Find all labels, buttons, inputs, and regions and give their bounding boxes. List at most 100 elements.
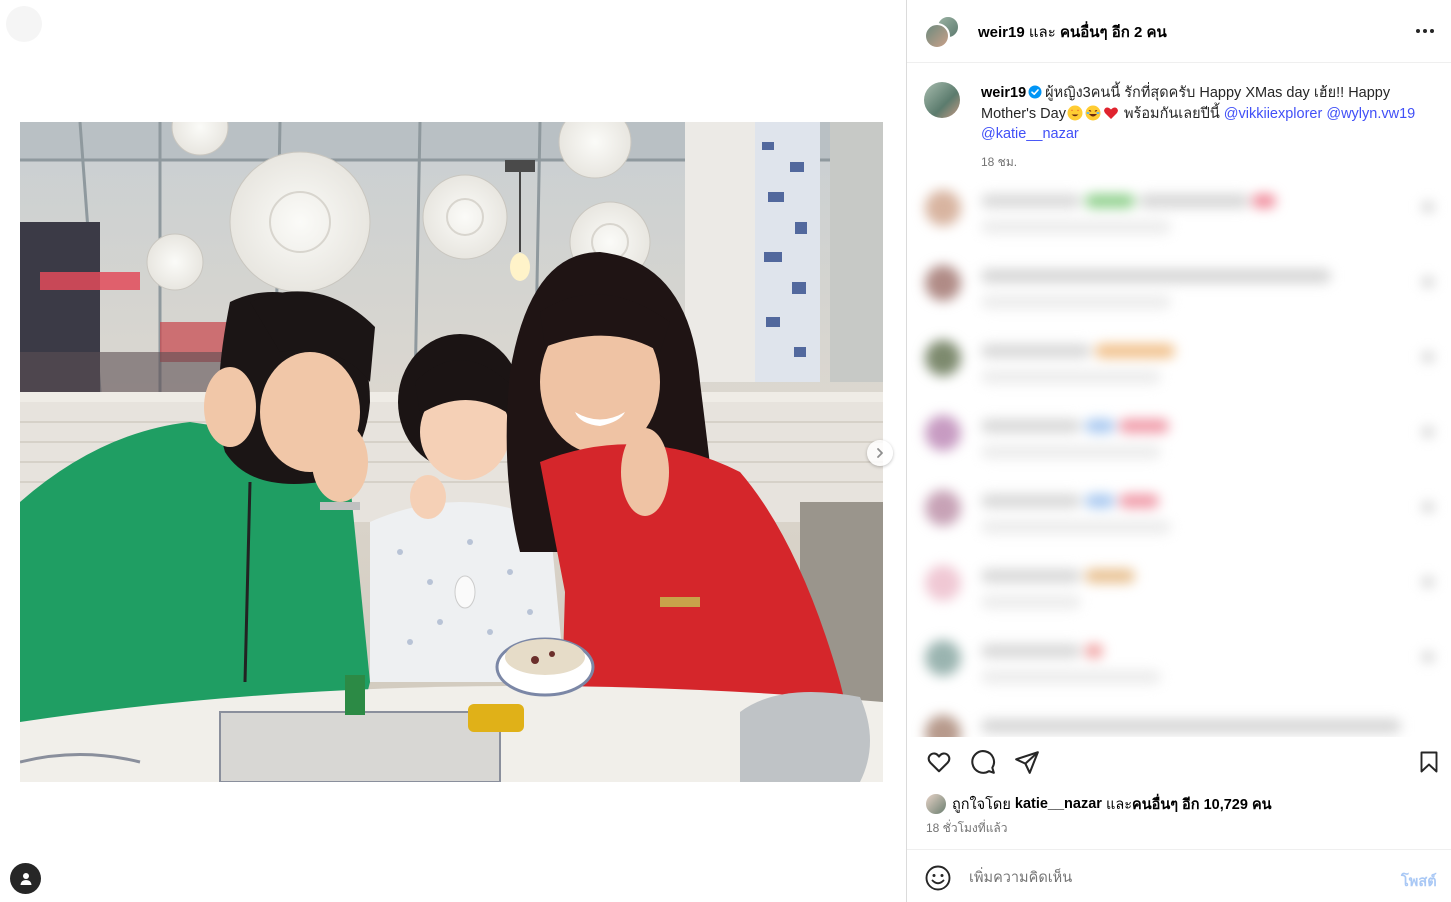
blurred-text bbox=[981, 419, 1081, 433]
smiley-icon bbox=[925, 865, 951, 891]
next-photo-button[interactable] bbox=[867, 440, 893, 466]
header-username[interactable]: weir19 bbox=[978, 24, 1025, 41]
comment-bubble-icon bbox=[971, 750, 995, 774]
heart-icon bbox=[1422, 427, 1434, 437]
avatar bbox=[925, 715, 961, 737]
blurred-text bbox=[981, 445, 1161, 459]
chevron-right-icon bbox=[877, 448, 883, 458]
blurred-text bbox=[1085, 569, 1135, 583]
blurred-text bbox=[1085, 194, 1135, 208]
blurred-text bbox=[1095, 344, 1175, 358]
list-item bbox=[907, 330, 1451, 390]
emoji-button[interactable] bbox=[924, 864, 952, 892]
list-item bbox=[907, 405, 1451, 465]
blurred-text bbox=[1252, 194, 1276, 208]
heart-icon bbox=[1422, 502, 1434, 512]
header-others[interactable]: คนอื่นๆ อีก 2 คน bbox=[1060, 24, 1167, 41]
heart-icon bbox=[1422, 277, 1434, 287]
instagram-post-modal: weir19 และ คนอื่นๆ อีก 2 คน weir19 ผู้หญิ… bbox=[0, 0, 1451, 902]
list-item bbox=[907, 630, 1451, 690]
star-struck-emoji-icon bbox=[1067, 105, 1083, 120]
save-button[interactable] bbox=[1415, 748, 1443, 776]
like-button[interactable] bbox=[925, 748, 953, 776]
avatar bbox=[925, 565, 961, 601]
blurred-text bbox=[981, 220, 1171, 234]
mention-link[interactable]: @katie__nazar bbox=[981, 126, 1079, 142]
blurred-text bbox=[1119, 419, 1169, 433]
list-item bbox=[907, 480, 1451, 540]
blurred-text bbox=[1119, 494, 1159, 508]
mention-link[interactable]: @wylyn.vw19 bbox=[1326, 106, 1415, 122]
mention-link[interactable]: @vikkiiexplorer bbox=[1224, 106, 1323, 122]
blurred-text bbox=[981, 194, 1081, 208]
blurred-text bbox=[981, 569, 1081, 583]
avatar bbox=[925, 415, 961, 451]
heart-icon bbox=[1422, 202, 1434, 212]
avatar bbox=[925, 340, 961, 376]
red-heart-emoji-icon bbox=[1104, 107, 1118, 119]
blurred-text bbox=[981, 494, 1081, 508]
list-item bbox=[907, 255, 1451, 315]
likes-others[interactable]: คนอื่นๆ อีก 10,729 คน bbox=[1132, 793, 1272, 816]
paper-plane-icon bbox=[1015, 751, 1039, 774]
post-caption: weir19 ผู้หญิง3คนนี้ รักที่สุดครับ Happy … bbox=[981, 83, 1431, 145]
list-item bbox=[907, 555, 1451, 615]
add-comment-bar: โพสต์ bbox=[907, 849, 1451, 902]
list-item bbox=[907, 705, 1451, 737]
blurred-text bbox=[981, 269, 1331, 283]
tagged-people-button[interactable] bbox=[10, 863, 41, 894]
blurred-text bbox=[981, 670, 1161, 684]
blurred-text bbox=[981, 520, 1171, 534]
media-area bbox=[0, 0, 906, 902]
blurred-text bbox=[981, 644, 1081, 658]
caption-avatar[interactable] bbox=[924, 82, 960, 118]
comments-list bbox=[907, 180, 1451, 737]
header-and: และ bbox=[1028, 24, 1056, 41]
avatar bbox=[925, 640, 961, 676]
header-title: weir19 และ คนอื่นๆ อีก 2 คน bbox=[978, 20, 1167, 44]
blurred-text bbox=[1085, 419, 1115, 433]
post-photo[interactable] bbox=[20, 122, 883, 782]
more-horizontal-icon bbox=[1416, 29, 1434, 33]
avatar bbox=[925, 190, 961, 226]
post-timestamp[interactable]: 18 ชั่วโมงที่แล้ว bbox=[926, 819, 1008, 838]
heart-icon bbox=[1422, 652, 1434, 662]
post-actions bbox=[907, 740, 1451, 788]
photo-illustration bbox=[20, 122, 883, 782]
blurred-text bbox=[981, 370, 1161, 384]
post-header: weir19 และ คนอื่นๆ อีก 2 คน bbox=[907, 0, 1451, 63]
caption-text-2: พร้อมกันเลยปีนี้ bbox=[1124, 105, 1220, 122]
heart-icon bbox=[1422, 577, 1434, 587]
post-comment-button[interactable]: โพสต์ bbox=[1401, 870, 1437, 893]
collab-avatars[interactable] bbox=[924, 15, 960, 49]
likes-summary: ถูกใจโดย katie__nazar และ คนอื่นๆ อีก 10,… bbox=[925, 793, 1272, 816]
avatar bbox=[925, 490, 961, 526]
likes-and: และ bbox=[1105, 796, 1132, 813]
avatar[interactable] bbox=[925, 793, 947, 815]
blurred-text bbox=[981, 344, 1091, 358]
blurred-text bbox=[1139, 194, 1249, 208]
likes-user[interactable]: katie__nazar bbox=[1015, 796, 1102, 812]
blurred-text bbox=[1085, 644, 1103, 658]
comment-input[interactable] bbox=[969, 864, 1369, 892]
comment-button[interactable] bbox=[969, 748, 997, 776]
heart-icon bbox=[1422, 352, 1434, 362]
blurred-text bbox=[981, 719, 1401, 733]
avatar bbox=[925, 265, 961, 301]
caption-username[interactable]: weir19 bbox=[981, 85, 1026, 101]
more-options-button[interactable] bbox=[1412, 20, 1438, 42]
blurred-text bbox=[981, 595, 1081, 609]
blurred-text bbox=[981, 295, 1171, 309]
avatar bbox=[924, 23, 950, 49]
post-side-panel: weir19 และ คนอื่นๆ อีก 2 คน weir19 ผู้หญิ… bbox=[906, 0, 1451, 902]
verified-badge-icon bbox=[1028, 85, 1042, 99]
person-icon bbox=[20, 872, 31, 885]
share-button[interactable] bbox=[1013, 748, 1041, 776]
heart-icon bbox=[927, 752, 951, 773]
bookmark-icon bbox=[1420, 751, 1438, 773]
blurred-text bbox=[1085, 494, 1115, 508]
laughing-emoji-icon bbox=[1085, 105, 1101, 120]
list-item bbox=[907, 180, 1451, 240]
close-area[interactable] bbox=[6, 6, 42, 42]
caption-timestamp[interactable]: 18 ชม. bbox=[981, 153, 1017, 172]
